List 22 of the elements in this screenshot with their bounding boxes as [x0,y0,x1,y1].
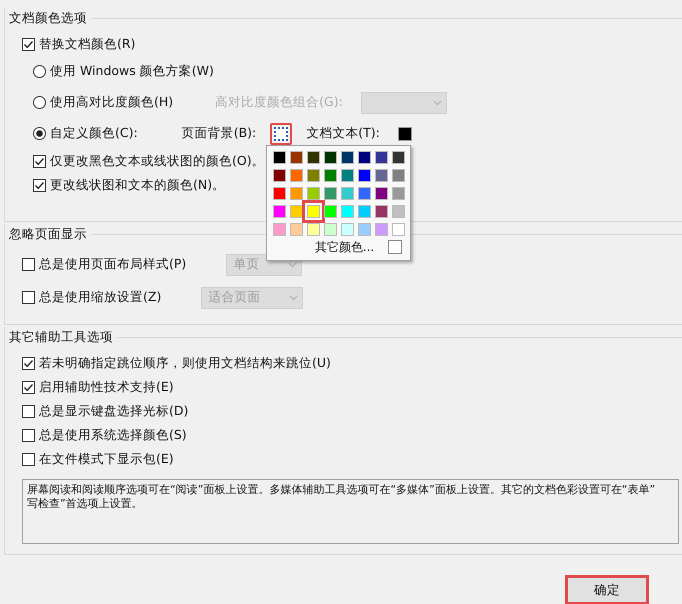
option-label: 总是使用页面布局样式(P) [39,256,186,273]
section-title: 其它辅助工具选项 [8,328,113,346]
ok-button[interactable]: 确定 [567,577,647,603]
info-text: 屏幕阅读和阅读顺序选项可在“阅读”面板上设置。多媒体辅助工具选项可在“多媒体”面板上设置。其它的文档色彩设置可在“表单” 写检查”首选项上设置。 [22,479,679,544]
option-label: 若未明确指定跳位顺序，则使用文档结构来跳位(U) [39,354,331,372]
color-label: 页面背景(B): [182,125,256,142]
section-title: 文档颜色选项 [8,10,87,26]
option-label: 更改线状图和文本的颜色(N)。 [50,176,226,194]
section-title: 忽略页面显示 [8,226,87,242]
color-label: 文档文本(T): [306,125,380,142]
option-label: 使用高对比度颜色(H) [50,94,174,111]
option-label: 替换文档颜色(R) [39,36,136,52]
option-label: 总是使用系统选择颜色(S) [39,426,187,444]
option-label: 自定义颜色(C): [50,125,138,142]
option-label: 使用 Windows 颜色方案(W) [50,63,214,80]
option-label: 启用辅助性技术支持(E) [39,378,174,396]
option-label: 总是使用缩放设置(Z) [39,289,162,306]
option-label: 仅更改黑色文本或线状图的颜色(O)。 [50,152,265,170]
more-colors-option[interactable]: 其它颜色... [314,238,374,256]
option-label: 在文件模式下显示包(E) [39,450,174,468]
option-label: 总是显示键盘选择光标(D) [39,402,188,420]
combo-label: 高对比度颜色组合(G): [215,94,343,111]
